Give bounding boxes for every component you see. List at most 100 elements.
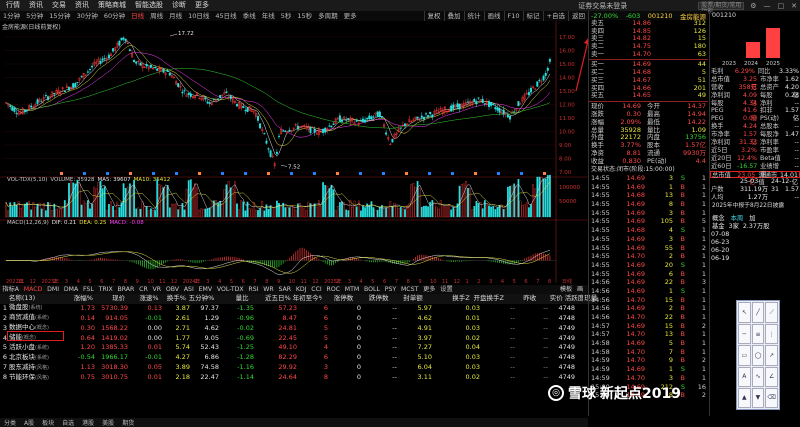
- indicator-tab-17[interactable]: CCI: [309, 285, 324, 294]
- chart-tool-3[interactable]: 画线: [483, 11, 504, 21]
- menu-item-znxg[interactable]: 智能选股: [131, 0, 167, 11]
- chart-tool-5[interactable]: 标记: [522, 11, 543, 21]
- indicator-right-0[interactable]: 模板: [557, 286, 574, 293]
- indicator-tab-21[interactable]: PSY: [382, 285, 398, 294]
- timeframe-4[interactable]: 60分钟: [101, 11, 128, 21]
- sector-name[interactable]: 商贸减值: [9, 313, 35, 321]
- indicator-tab-3[interactable]: DMA: [61, 285, 80, 294]
- indicator-tab-12[interactable]: VOL-TDX: [214, 285, 246, 294]
- indicator-tab-13[interactable]: RSI: [246, 285, 261, 294]
- sector-name[interactable]: 股东减持: [9, 363, 35, 371]
- menu-item-more[interactable]: 更多: [191, 0, 213, 11]
- table-row[interactable]: 4 储能(概念) 0.64 1419.02 0.00 1.77 9.05 -0.69 22.45…: [0, 333, 598, 344]
- close-icon[interactable]: ✕: [788, 2, 800, 10]
- indicator-tab-5[interactable]: TRIX: [96, 285, 115, 294]
- table-row[interactable]: 6 北京板块(系统) -0.54 1966.17 -0.01 4.27 6.86 -1.28 8…: [0, 353, 598, 363]
- angle-tool-icon[interactable]: ∠: [765, 366, 778, 387]
- indicator-tab-20[interactable]: BOLL: [362, 285, 383, 294]
- sector-name[interactable]: 数据中心: [9, 323, 35, 331]
- chart-tool-2[interactable]: 统计: [463, 11, 484, 21]
- cursor-icon[interactable]: ↖: [738, 302, 751, 324]
- timeframe-10[interactable]: 季线: [240, 11, 259, 21]
- table-row[interactable]: 3 数据中心(概念) 0.30 1568.22 0.00 2.71 4.62 -0.02 24.…: [0, 323, 598, 334]
- up-mark-icon[interactable]: ▲: [738, 387, 751, 408]
- bottom-tab-4[interactable]: 港股: [78, 418, 98, 427]
- col-header-4[interactable]: 涨速%: [126, 294, 159, 304]
- bottom-tab-6[interactable]: 期货: [118, 418, 138, 427]
- bottom-tab-5[interactable]: 美股: [98, 418, 118, 427]
- fin-tab-0[interactable]: 概念: [712, 213, 725, 222]
- event-item[interactable]: 07-08: [710, 231, 800, 239]
- event-item[interactable]: 06-19: [710, 255, 800, 263]
- menu-item-zx[interactable]: 资讯: [25, 0, 47, 11]
- indicator-tab-10[interactable]: ASI: [181, 285, 196, 294]
- indicator-tab-23[interactable]: 更多: [421, 285, 438, 294]
- table-row[interactable]: 2 商贸减值(系统) 0.14 914.05 -0.01 2.61 1.29 -0.96 8.4…: [0, 313, 598, 324]
- timeframe-12[interactable]: 5秒: [278, 11, 295, 21]
- table-row[interactable]: 8 节能环保(风格) 0.75 3010.75 0.01 2.18 22.47 -1.14 24…: [0, 373, 598, 383]
- col-header-9[interactable]: 年初至今%: [292, 294, 322, 304]
- menu-item-zx2[interactable]: 资讯: [71, 0, 93, 11]
- col-header-7[interactable]: 量比: [215, 294, 249, 304]
- sector-name[interactable]: 活跃小盘: [9, 343, 35, 351]
- indicator-tab-11[interactable]: EMV: [196, 285, 214, 294]
- chart-tool-7[interactable]: 返回: [568, 11, 588, 21]
- wave-tool-icon[interactable]: ∿: [751, 366, 765, 387]
- timeframe-14[interactable]: 多周期: [315, 11, 341, 21]
- timeframe-6[interactable]: 周线: [147, 11, 166, 21]
- maximize-icon[interactable]: □: [775, 2, 788, 10]
- col-header-11[interactable]: 跌停数: [354, 294, 389, 304]
- indicator-tab-14[interactable]: WR: [261, 285, 276, 294]
- text-tool-icon[interactable]: A: [738, 366, 751, 387]
- down-mark-icon[interactable]: ▼: [751, 387, 765, 408]
- col-header-2[interactable]: 涨幅%: [63, 294, 94, 304]
- chart-tool-4[interactable]: F10: [503, 11, 523, 21]
- ray-tool-icon[interactable]: ⟋: [765, 302, 778, 324]
- timeframe-2[interactable]: 15分钟: [46, 11, 73, 21]
- timeframe-15[interactable]: 更多: [341, 11, 360, 21]
- col-header-12[interactable]: 封单额: [390, 294, 424, 304]
- indicator-right-1[interactable]: 画: [575, 286, 586, 293]
- col-header-6[interactable]: 五分钟%: [187, 294, 215, 304]
- hline-tool-icon[interactable]: ─: [738, 324, 751, 345]
- col-header-16[interactable]: 实价: [537, 294, 563, 304]
- indicator-tab-7[interactable]: CR: [137, 285, 150, 294]
- chart-tool-6[interactable]: +自选: [542, 11, 568, 21]
- timeframe-13[interactable]: 15秒: [294, 11, 315, 21]
- bottom-tab-3[interactable]: 自选: [58, 418, 78, 427]
- sector-name[interactable]: 北京板块: [9, 353, 35, 361]
- timeframe-9[interactable]: 45日线: [212, 11, 239, 21]
- col-header-15[interactable]: 昨收: [505, 294, 537, 304]
- login-status[interactable]: 证券交易未登录: [578, 1, 627, 11]
- timeframe-1[interactable]: 5分钟: [23, 11, 46, 21]
- menu-item-jy[interactable]: 交易: [48, 0, 70, 11]
- col-header-13[interactable]: 换手Z: [424, 294, 471, 304]
- bottom-tab-2[interactable]: 板块: [38, 418, 58, 427]
- menu-item-hq[interactable]: 行情: [2, 0, 24, 11]
- timeframe-8[interactable]: 10日线: [185, 11, 212, 21]
- indicator-tab-8[interactable]: VR: [150, 285, 163, 294]
- indicator-tab-0[interactable]: 指标A: [0, 285, 21, 294]
- indicator-tab-1[interactable]: MACD: [21, 285, 44, 294]
- event-item[interactable]: 06-23: [710, 239, 800, 247]
- timeframe-11[interactable]: 年线: [259, 11, 278, 21]
- bottom-tab-0[interactable]: 分类: [0, 418, 20, 427]
- col-header-8[interactable]: 近五日%: [250, 294, 292, 304]
- indicator-tab-18[interactable]: ROC: [324, 285, 342, 294]
- sector-name[interactable]: 节能环保: [9, 373, 35, 381]
- indicator-tab-4[interactable]: FSL: [81, 285, 97, 294]
- col-header-10[interactable]: 涨停数: [322, 294, 354, 304]
- kline-chart[interactable]: 17.0016.0015.0014.0013.0012.0011.0010.00…: [0, 21, 588, 284]
- indicator-tab-16[interactable]: KDJ: [293, 285, 308, 294]
- bottom-tab-1[interactable]: A股: [20, 418, 38, 427]
- chart-tool-1[interactable]: 叠加: [443, 11, 464, 21]
- fib-tool-icon[interactable]: ⋮: [765, 324, 778, 345]
- table-row[interactable]: 5 活跃小盘(系统) 1.20 1385.33 0.01 5.74 52.43 -1.25 49…: [0, 343, 598, 353]
- indicator-tab-2[interactable]: DMI: [45, 285, 62, 294]
- eraser-icon[interactable]: ⌫: [765, 387, 778, 408]
- menu-item-zd[interactable]: 诊断: [168, 0, 190, 11]
- chart-tool-0[interactable]: 复权: [423, 11, 444, 21]
- table-row[interactable]: 1 微盘股(系统) 1.73 5730.39 0.13 3.87 97.37 -1.35 57.…: [0, 303, 598, 314]
- indicator-tab-15[interactable]: SAR: [276, 285, 293, 294]
- indicator-tab-22[interactable]: MCST: [399, 285, 421, 294]
